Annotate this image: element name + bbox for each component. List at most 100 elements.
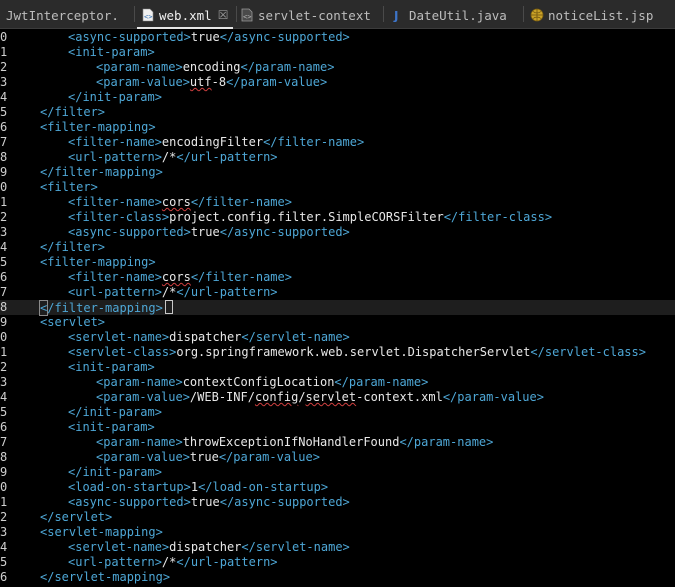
code-text: <filter-name>encodingFilter</filter-name… xyxy=(68,135,364,150)
text-value: / xyxy=(298,390,306,404)
code-line[interactable]: 6 <init-param> xyxy=(0,420,675,435)
code-line[interactable]: 5 <url-pattern>/*</url-pattern> xyxy=(0,555,675,570)
text-value: /* xyxy=(161,285,177,299)
code-line[interactable]: 9 </init-param> xyxy=(0,465,675,480)
tab-jwtinterceptor[interactable]: JwtInterceptor. xyxy=(6,4,119,26)
code-line[interactable]: 8 </filter-mapping> xyxy=(0,300,675,316)
code-line[interactable]: 7 <url-pattern>/*</url-pattern> xyxy=(0,285,675,300)
code-line[interactable]: 0 <filter> xyxy=(0,180,675,195)
code-text: </servlet-mapping> xyxy=(40,570,170,585)
xml-tag: </filter-name> xyxy=(263,135,365,149)
code-line[interactable]: 9 </filter-mapping> xyxy=(0,165,675,180)
line-number: 3 xyxy=(0,525,8,539)
code-line[interactable]: 2 <param-name>encoding</param-name> xyxy=(0,60,675,75)
line-number: 8 xyxy=(0,300,8,314)
tab-noticelist-jsp[interactable]: noticeList.jsp xyxy=(530,4,653,26)
tab-web-xml[interactable]: <> web.xml ☒ xyxy=(141,4,228,26)
xml-tag: <param-value> xyxy=(96,450,190,464)
tab-label: servlet-context xyxy=(258,7,371,23)
code-text: <param-value>utf-8</param-value> xyxy=(96,75,327,90)
code-line[interactable]: 2 <filter-class>project.config.filter.Sim… xyxy=(0,210,675,225)
java-file-icon: J xyxy=(391,8,405,23)
text-cursor xyxy=(164,300,173,314)
tab-dateutil-java[interactable]: J DateUtil.java xyxy=(391,4,507,26)
xml-tag: </servlet-name> xyxy=(241,540,350,554)
code-text: </init-param> xyxy=(68,465,162,480)
code-text: <async-supported>true</async-supported> xyxy=(68,225,350,240)
code-line[interactable]: 6 <filter-mapping> xyxy=(0,120,675,135)
code-line[interactable]: 4 <servlet-name>dispatcher</servlet-name> xyxy=(0,540,675,555)
code-text: <async-supported>true</async-supported> xyxy=(68,495,350,510)
xml-tag: <filter-name> xyxy=(68,195,162,209)
code-text: </filter> xyxy=(40,105,105,120)
line-number: 6 xyxy=(0,420,8,434)
code-line[interactable]: 1 <init-param> xyxy=(0,45,675,60)
xml-file-icon: <> xyxy=(240,8,254,22)
tab-label: web.xml xyxy=(159,7,212,23)
text-value: dispatcher xyxy=(169,330,242,344)
xml-tag: </filter> xyxy=(40,105,106,119)
spelling-error: cors xyxy=(161,270,191,284)
code-text: <param-name>encoding</param-name> xyxy=(96,60,334,75)
code-line[interactable]: 8 <url-pattern>/*</url-pattern> xyxy=(0,150,675,165)
xml-tag: <param-name> xyxy=(96,375,183,389)
code-line[interactable]: 3 <param-name>contextConfigLocation</para… xyxy=(0,375,675,390)
code-line[interactable]: 3 <servlet-mapping> xyxy=(0,525,675,540)
svg-text:<>: <> xyxy=(144,13,152,21)
tab-servlet-context[interactable]: <> servlet-context xyxy=(240,4,371,26)
code-line[interactable]: 2 <init-param> xyxy=(0,360,675,375)
code-line[interactable]: 5 </filter> xyxy=(0,105,675,120)
code-line[interactable]: 4 </filter> xyxy=(0,240,675,255)
code-line[interactable]: 0 <servlet-name>dispatcher</servlet-name> xyxy=(0,330,675,345)
code-line[interactable]: 1 <servlet-class>org.springframework.web.… xyxy=(0,345,675,360)
xml-file-icon: <> xyxy=(141,8,155,22)
xml-tag: <filter-name> xyxy=(68,135,162,149)
code-text: </init-param> xyxy=(68,90,162,105)
xml-tag: </url-pattern> xyxy=(176,150,278,164)
xml-tag: <filter-mapping> xyxy=(40,255,156,269)
tab-label: JwtInterceptor. xyxy=(6,7,119,23)
line-number: 2 xyxy=(0,210,8,224)
line-number: 5 xyxy=(0,555,8,569)
xml-tag: <servlet-name> xyxy=(68,330,170,344)
code-line[interactable]: 5 </init-param> xyxy=(0,405,675,420)
close-icon[interactable]: ☒ xyxy=(218,8,229,22)
code-line[interactable]: 6 </servlet-mapping> xyxy=(0,570,675,585)
code-text: <servlet-class>org.springframework.web.s… xyxy=(68,345,646,360)
xml-tag: <filter-name> xyxy=(68,270,162,284)
code-line[interactable]: 5 <filter-mapping> xyxy=(0,255,675,270)
code-line[interactable]: 0 <load-on-startup>1</load-on-startup> xyxy=(0,480,675,495)
code-line[interactable]: 2 </servlet> xyxy=(0,510,675,525)
line-number: 1 xyxy=(0,45,8,59)
code-text: </filter-mapping> xyxy=(40,165,163,180)
xml-tag: <url-pattern> xyxy=(68,555,162,569)
code-line[interactable]: 4 </init-param> xyxy=(0,90,675,105)
code-line[interactable]: 8 <param-value>true</param-value> xyxy=(0,450,675,465)
xml-tag: <filter-mapping> xyxy=(40,120,156,134)
line-number: 4 xyxy=(0,240,8,254)
xml-tag: </load-on-startup> xyxy=(198,480,329,494)
code-line[interactable]: 3 <param-value>utf-8</param-value> xyxy=(0,75,675,90)
line-number: 6 xyxy=(0,570,8,584)
code-line[interactable]: 7 <filter-name>encodingFilter</filter-nam… xyxy=(0,135,675,150)
code-line[interactable]: 9 <servlet> xyxy=(0,315,675,330)
code-line[interactable]: 7 <param-name>throwExceptionIfNoHandlerFo… xyxy=(0,435,675,450)
code-editor[interactable]: 0 <async-supported>true</async-supported>… xyxy=(0,29,675,587)
text-value: contextConfigLocation xyxy=(182,375,335,389)
code-line[interactable]: 4 <param-value>/WEB-INF/config/servlet-co… xyxy=(0,390,675,405)
code-line[interactable]: 1 <filter-name>cors</filter-name> xyxy=(0,195,675,210)
code-line[interactable]: 3 <async-supported>true</async-supported> xyxy=(0,225,675,240)
xml-tag: </param-name> xyxy=(399,435,494,449)
text-value: dispatcher xyxy=(169,540,242,554)
line-number: 3 xyxy=(0,75,8,89)
code-text: <filter-name>cors</filter-name> xyxy=(68,270,292,285)
tab-divider xyxy=(236,6,237,22)
xml-tag: </filter-mapping> xyxy=(40,165,163,179)
tab-divider xyxy=(383,6,384,22)
xml-tag: </async-supported> xyxy=(219,495,350,509)
line-number: 4 xyxy=(0,390,8,404)
code-line[interactable]: 1 <async-supported>true</async-supported> xyxy=(0,495,675,510)
code-line[interactable]: 6 <filter-name>cors</filter-name> xyxy=(0,270,675,285)
code-line[interactable]: 0 <async-supported>true</async-supported> xyxy=(0,30,675,45)
line-number: 4 xyxy=(0,540,8,554)
